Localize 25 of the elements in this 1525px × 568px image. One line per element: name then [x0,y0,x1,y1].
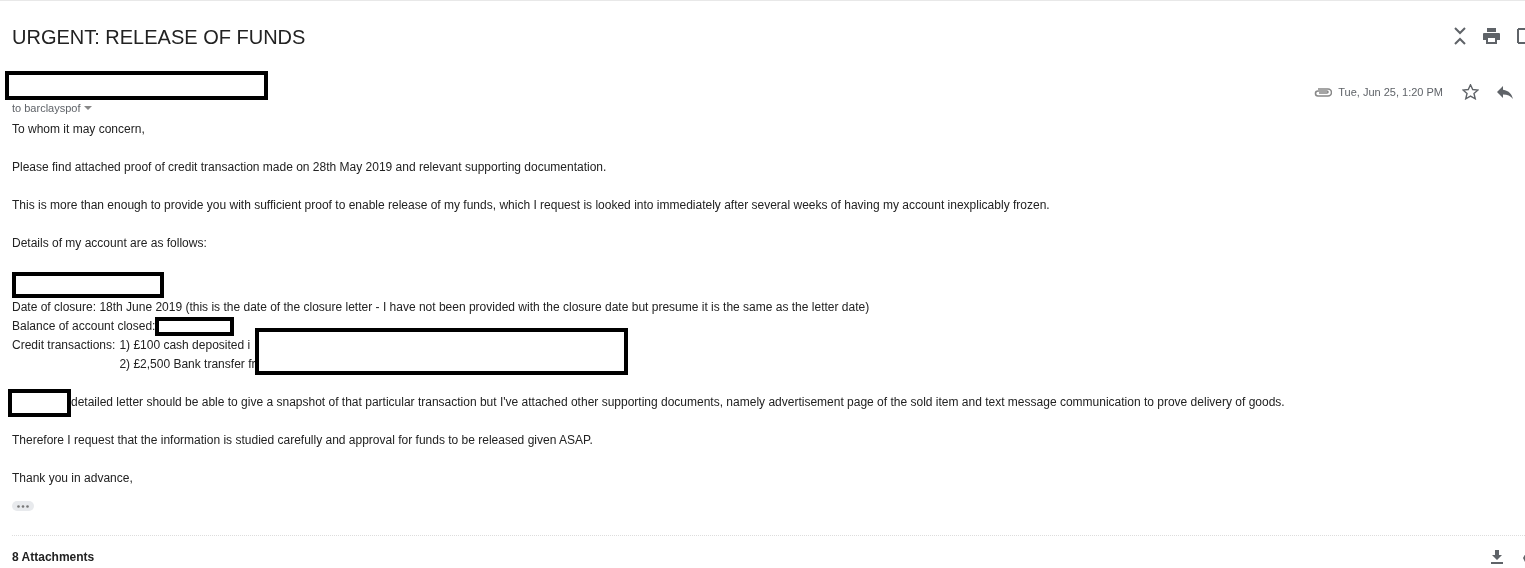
body-text: This is more than enough to provide you with sufficient proof to enable release of my funds, which I request is looked into immediately after several weeks of having my account inexplicably frozen. [12,197,1050,214]
body-text: Balance of account closed: [12,318,156,335]
print-icon[interactable] [1483,28,1500,44]
reply-icon[interactable] [1497,85,1513,99]
show-trimmed-button[interactable] [12,501,34,511]
body-text: 1) £100 cash deposited i [119,337,252,354]
email-date: Tue, Jun 25, 1:20 PM [1338,86,1443,98]
body-text: 2) £2,500 Bank transfer fr [119,356,256,373]
body-text: Date of closure: 18th June 2019 (this is the date of the closure letter - I have not been provided with the closure date but presume it is the same as the letter date) [12,299,870,316]
download-icon[interactable] [1491,550,1503,564]
body-text: Therefore I request that the information is studied carefully and approval for funds to be released given ASAP. [12,432,593,449]
email-subject: URGENT: RELEASE OF FUNDS [12,24,306,49]
body-text: To whom it may concern, [12,121,145,138]
ellipsis-icon [17,504,29,508]
body-text: Please find attached proof of credit transaction made on 28th May 2019 and relevant supporting documentation. [12,159,607,176]
collapse-icon[interactable] [1454,27,1466,45]
body-text: Thank you in advance, [12,470,133,487]
body-text: Details of my account are as follows: [12,235,207,252]
caret-icon[interactable] [84,106,93,110]
body-text: Credit transactions: [12,337,116,354]
attachments-title: 8 Attachments [12,550,95,564]
recipient-text: to barclayspof [12,102,81,114]
redaction-box [8,388,71,417]
star-icon[interactable] [1462,84,1479,100]
body-text: detailed letter should be able to give a snapshot of that particular transaction but I've attached other supporting documents, namely advertisement page of the sold item and text message communication to prove delivery of goods. [71,394,1285,411]
